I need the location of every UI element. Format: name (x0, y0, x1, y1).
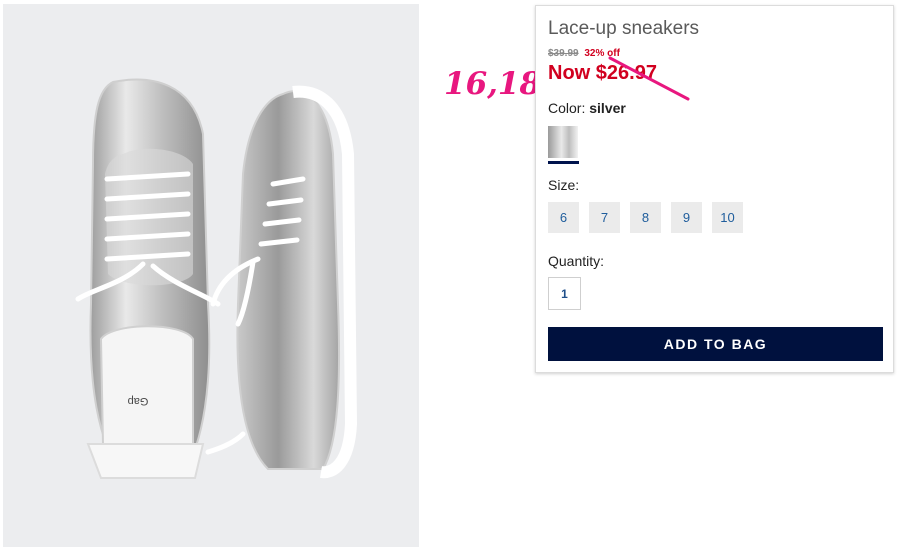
size-button[interactable]: 7 (589, 202, 620, 233)
color-label: Color: (548, 100, 586, 116)
swatch-selected-indicator (548, 161, 579, 164)
product-image: Gap (3, 4, 419, 547)
product-title: Lace-up sneakers (548, 18, 700, 39)
insole-brand: Gap (128, 395, 149, 407)
size-label: Size: (548, 177, 580, 193)
quantity-label: Quantity: (548, 253, 605, 269)
size-button[interactable]: 6 (548, 202, 579, 233)
size-options: 6 7 8 9 10 (548, 202, 743, 233)
color-swatch-silver[interactable] (548, 126, 578, 158)
size-button[interactable]: 10 (712, 202, 743, 233)
add-to-bag-button[interactable]: ADD TO BAG (548, 327, 883, 361)
size-button[interactable]: 8 (630, 202, 661, 233)
color-row: Color: silver (548, 100, 626, 116)
sale-price: Now $26.97 (548, 62, 657, 84)
handwritten-annotation: 16,18 (444, 66, 542, 102)
size-button[interactable]: 9 (671, 202, 702, 233)
discount-badge: 32% off (584, 48, 620, 59)
product-panel: Lace-up sneakers $39.99 32% off Now $26.… (535, 5, 894, 373)
quantity-input[interactable]: 1 (548, 277, 581, 310)
original-price: $39.99 (548, 48, 579, 59)
sneakers-illustration: Gap (75, 78, 358, 479)
price-row: $39.99 32% off (548, 48, 620, 59)
color-value: silver (589, 100, 626, 116)
